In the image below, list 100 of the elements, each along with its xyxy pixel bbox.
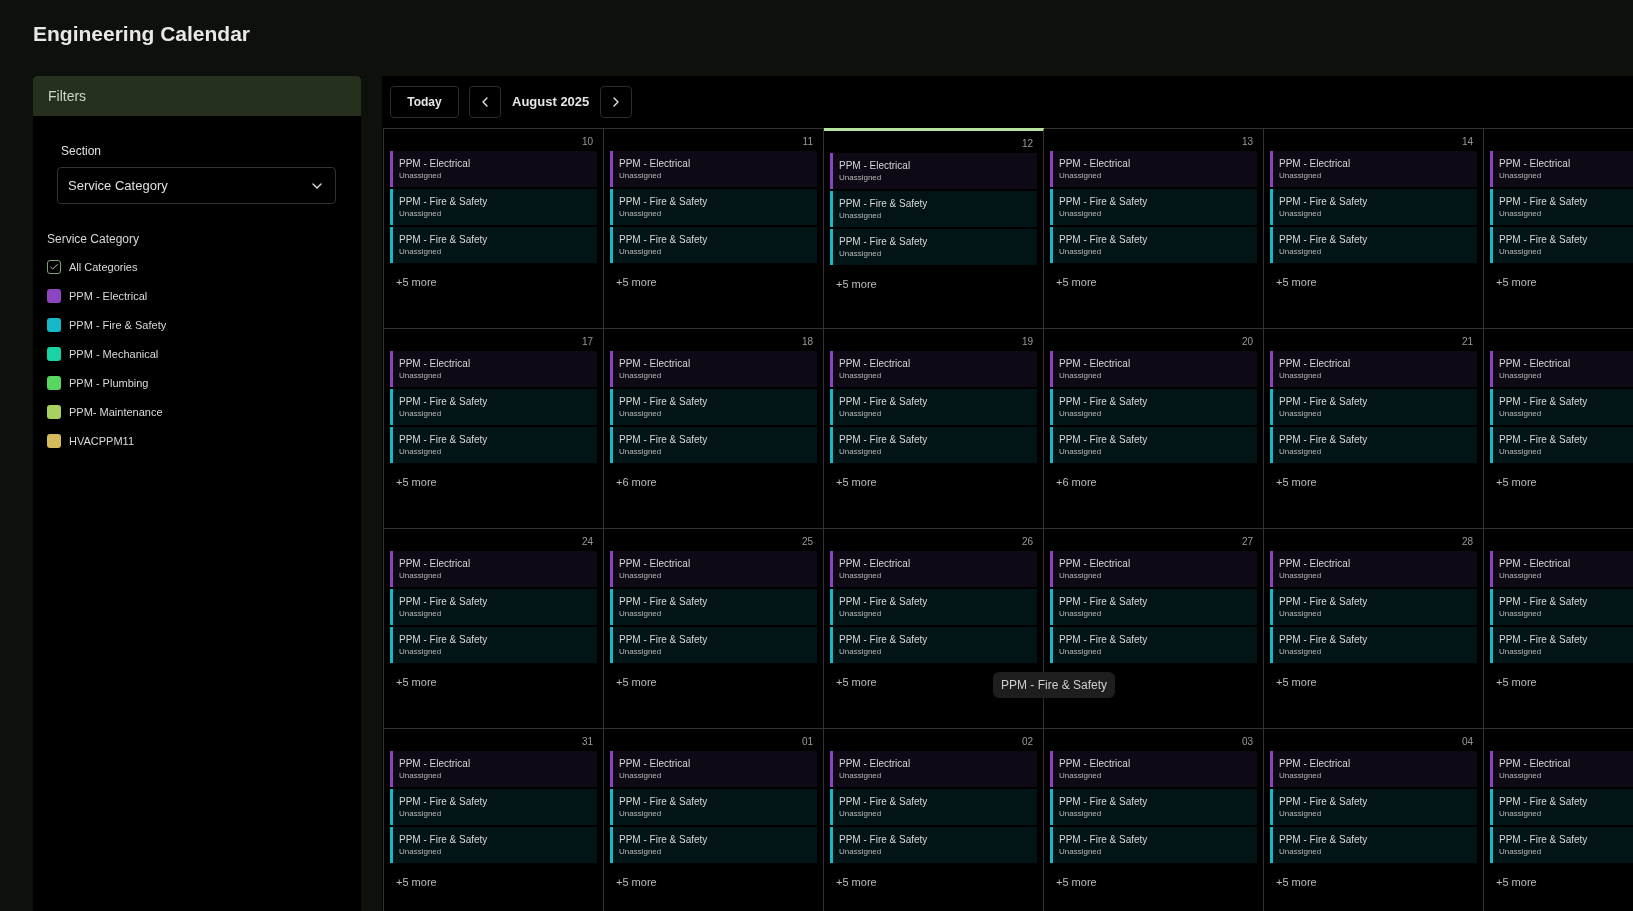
event-card[interactable]: PPM - Electrical Unassigned <box>1050 551 1257 587</box>
event-card[interactable]: PPM - Electrical Unassigned <box>1050 751 1257 787</box>
day-cell[interactable]: 28 PPM - Electrical Unassigned PPM - Fire & Safety Unassigned PPM - Fire & Safety Unassigned +5 more <box>1264 528 1484 728</box>
today-button[interactable]: Today <box>390 86 459 118</box>
more-link[interactable]: +5 more <box>1496 476 1537 488</box>
event-card[interactable]: PPM - Electrical Unassigned <box>1270 751 1477 787</box>
day-cell[interactable]: 17 PPM - Electrical Unassigned PPM - Fire & Safety Unassigned PPM - Fire & Safety Unassigned +5 more <box>384 328 604 528</box>
event-card[interactable]: PPM - Fire & Safety Unassigned <box>1270 627 1477 663</box>
more-link[interactable]: +5 more <box>836 476 877 488</box>
category-label[interactable]: HVACPPM11 <box>69 432 134 450</box>
day-cell[interactable]: 20 PPM - Electrical Unassigned PPM - Fire & Safety Unassigned PPM - Fire & Safety Unassigned +6 more <box>1044 328 1264 528</box>
day-cell[interactable]: 14 PPM - Electrical Unassigned PPM - Fire & Safety Unassigned PPM - Fire & Safety Unassigned +5 more <box>1264 128 1484 328</box>
event-card[interactable]: PPM - Fire & Safety Unassigned <box>390 827 597 863</box>
day-cell[interactable]: PPM - Electrical Unassigned PPM - Fire & Safety Unassigned PPM - Fire & Safety Unassigned +5 more <box>1484 328 1633 528</box>
event-card[interactable]: PPM - Fire & Safety Unassigned <box>830 627 1037 663</box>
event-card[interactable]: PPM - Fire & Safety Unassigned <box>1490 427 1633 463</box>
category-label[interactable]: PPM - Fire & Safety <box>69 316 167 334</box>
more-link[interactable]: +5 more <box>836 876 877 888</box>
color-swatch[interactable] <box>47 347 61 361</box>
event-card[interactable]: PPM - Electrical Unassigned <box>390 351 597 387</box>
category-label[interactable]: PPM - Mechanical <box>69 345 159 363</box>
event-card[interactable]: PPM - Fire & Safety Unassigned <box>830 191 1037 227</box>
event-card[interactable]: PPM - Electrical Unassigned <box>1050 151 1257 187</box>
event-card[interactable]: PPM - Fire & Safety Unassigned <box>390 427 597 463</box>
event-card[interactable]: PPM - Fire & Safety Unassigned <box>390 389 597 425</box>
event-card[interactable]: PPM - Fire & Safety Unassigned <box>830 229 1037 265</box>
event-card[interactable]: PPM - Fire & Safety Unassigned <box>610 227 817 263</box>
day-cell[interactable]: 19 PPM - Electrical Unassigned PPM - Fire & Safety Unassigned PPM - Fire & Safety Unassigned +5 more <box>824 328 1044 528</box>
more-link[interactable]: +5 more <box>1056 876 1097 888</box>
event-card[interactable]: PPM - Fire & Safety Unassigned <box>1490 827 1633 863</box>
event-card[interactable]: PPM - Electrical Unassigned <box>1490 351 1633 387</box>
more-link[interactable]: +5 more <box>1276 676 1317 688</box>
event-card[interactable]: PPM - Electrical Unassigned <box>830 751 1037 787</box>
category-label[interactable]: PPM - Plumbing <box>69 374 149 392</box>
more-link[interactable]: +5 more <box>1276 476 1317 488</box>
more-link[interactable]: +5 more <box>1056 276 1097 288</box>
event-card[interactable]: PPM - Fire & Safety Unassigned <box>610 189 817 225</box>
more-link[interactable]: +5 more <box>1496 676 1537 688</box>
day-cell[interactable]: 31 PPM - Electrical Unassigned PPM - Fire & Safety Unassigned PPM - Fire & Safety Unassigned +5 more <box>384 728 604 911</box>
event-card[interactable]: PPM - Electrical Unassigned <box>830 351 1037 387</box>
category-label[interactable]: All Categories <box>69 258 138 276</box>
event-card[interactable]: PPM - Electrical Unassigned <box>1490 151 1633 187</box>
more-link[interactable]: +5 more <box>616 676 657 688</box>
color-swatch[interactable] <box>47 434 61 448</box>
event-card[interactable]: PPM - Fire & Safety Unassigned <box>390 227 597 263</box>
event-card[interactable]: PPM - Fire & Safety Unassigned <box>1490 227 1633 263</box>
day-cell[interactable]: 04 PPM - Electrical Unassigned PPM - Fire & Safety Unassigned PPM - Fire & Safety Unassigned +5 more <box>1264 728 1484 911</box>
event-card[interactable]: PPM - Fire & Safety Unassigned <box>390 627 597 663</box>
previous-button[interactable] <box>469 86 501 118</box>
day-cell[interactable]: 25 PPM - Electrical Unassigned PPM - Fire & Safety Unassigned PPM - Fire & Safety Unassigned +5 more <box>604 528 824 728</box>
day-cell[interactable]: 24 PPM - Electrical Unassigned PPM - Fire & Safety Unassigned PPM - Fire & Safety Unassigned +5 more <box>384 528 604 728</box>
event-card[interactable]: PPM - Fire & Safety Unassigned <box>1490 389 1633 425</box>
more-link[interactable]: +5 more <box>1496 276 1537 288</box>
day-cell[interactable]: PPM - Electrical Unassigned PPM - Fire & Safety Unassigned PPM - Fire & Safety Unassigned +5 more <box>1484 728 1633 911</box>
day-cell[interactable]: PPM - Electrical Unassigned PPM - Fire & Safety Unassigned PPM - Fire & Safety Unassigned +5 more <box>1484 528 1633 728</box>
event-card[interactable]: PPM - Fire & Safety Unassigned <box>1050 427 1257 463</box>
day-cell[interactable]: 10 PPM - Electrical Unassigned PPM - Fire & Safety Unassigned PPM - Fire & Safety Unassigned +5 more <box>384 128 604 328</box>
event-card[interactable]: PPM - Fire & Safety Unassigned <box>830 789 1037 825</box>
day-cell[interactable]: 18 PPM - Electrical Unassigned PPM - Fire & Safety Unassigned PPM - Fire & Safety Unassigned +6 more <box>604 328 824 528</box>
event-card[interactable]: PPM - Fire & Safety Unassigned <box>1270 589 1477 625</box>
event-card[interactable]: PPM - Fire & Safety Unassigned <box>1490 627 1633 663</box>
event-card[interactable]: PPM - Fire & Safety Unassigned <box>390 789 597 825</box>
category-label[interactable]: PPM- Maintenance <box>69 403 163 421</box>
event-card[interactable]: PPM - Fire & Safety Unassigned <box>390 589 597 625</box>
event-card[interactable]: PPM - Fire & Safety Unassigned <box>1050 227 1257 263</box>
event-card[interactable]: PPM - Fire & Safety Unassigned <box>1270 189 1477 225</box>
event-card[interactable]: PPM - Fire & Safety Unassigned <box>610 427 817 463</box>
event-card[interactable]: PPM - Electrical Unassigned <box>390 151 597 187</box>
day-cell[interactable]: 12 PPM - Electrical Unassigned PPM - Fire & Safety Unassigned PPM - Fire & Safety Unassigned +5 more <box>824 128 1044 328</box>
event-card[interactable]: PPM - Electrical Unassigned <box>830 551 1037 587</box>
event-card[interactable]: PPM - Electrical Unassigned <box>830 153 1037 189</box>
event-card[interactable]: PPM - Electrical Unassigned <box>610 751 817 787</box>
event-card[interactable]: PPM - Fire & Safety Unassigned <box>610 789 817 825</box>
event-card[interactable]: PPM - Fire & Safety Unassigned <box>1270 227 1477 263</box>
event-card[interactable]: PPM - Fire & Safety Unassigned <box>610 827 817 863</box>
event-card[interactable]: PPM - Fire & Safety Unassigned <box>1270 427 1477 463</box>
event-card[interactable]: PPM - Fire & Safety Unassigned <box>1050 827 1257 863</box>
day-cell[interactable]: 13 PPM - Electrical Unassigned PPM - Fire & Safety Unassigned PPM - Fire & Safety Unassigned +5 more <box>1044 128 1264 328</box>
day-cell[interactable]: PPM - Electrical Unassigned PPM - Fire & Safety Unassigned PPM - Fire & Safety Unassigned +5 more <box>1484 128 1633 328</box>
event-card[interactable]: PPM - Fire & Safety Unassigned <box>830 827 1037 863</box>
event-card[interactable]: PPM - Fire & Safety Unassigned <box>390 189 597 225</box>
event-card[interactable]: PPM - Fire & Safety Unassigned <box>1490 589 1633 625</box>
event-card[interactable]: PPM - Electrical Unassigned <box>1270 151 1477 187</box>
color-swatch[interactable] <box>47 318 61 332</box>
event-card[interactable]: PPM - Electrical Unassigned <box>1050 351 1257 387</box>
event-card[interactable]: PPM - Electrical Unassigned <box>610 151 817 187</box>
event-card[interactable]: PPM - Electrical Unassigned <box>610 551 817 587</box>
event-card[interactable]: PPM - Electrical Unassigned <box>390 551 597 587</box>
event-card[interactable]: PPM - Fire & Safety Unassigned <box>1050 627 1257 663</box>
color-swatch[interactable] <box>47 289 61 303</box>
event-card[interactable]: PPM - Fire & Safety Unassigned <box>1490 789 1633 825</box>
event-card[interactable]: PPM - Fire & Safety Unassigned <box>1490 189 1633 225</box>
event-card[interactable]: PPM - Fire & Safety Unassigned <box>1050 589 1257 625</box>
more-link[interactable]: +5 more <box>1276 876 1317 888</box>
event-card[interactable]: PPM - Electrical Unassigned <box>610 351 817 387</box>
event-card[interactable]: PPM - Fire & Safety Unassigned <box>830 427 1037 463</box>
event-card[interactable]: PPM - Fire & Safety Unassigned <box>1270 789 1477 825</box>
event-card[interactable]: PPM - Electrical Unassigned <box>1490 751 1633 787</box>
more-link[interactable]: +5 more <box>396 676 437 688</box>
section-dropdown[interactable]: Service Category <box>57 167 336 204</box>
